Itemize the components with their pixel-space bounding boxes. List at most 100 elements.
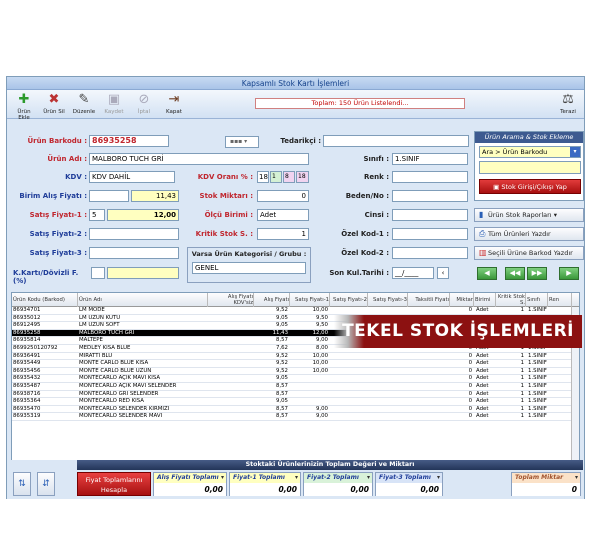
- table-cell: [330, 307, 366, 314]
- color-field[interactable]: [392, 171, 468, 183]
- kdv-rate-label: KDV Oranı % :: [197, 173, 253, 181]
- type-field[interactable]: [392, 209, 468, 221]
- purchase-price-field[interactable]: 11,43: [131, 190, 179, 202]
- table-cell: [290, 383, 328, 390]
- header-installment[interactable]: Taksitli Fiyatı: [408, 293, 450, 307]
- table-row[interactable]: 86938716 MONTECARLO GRİ SELENDER 8,57 0 Adet…: [12, 391, 579, 399]
- save-button[interactable]: ▣ Kaydet: [101, 92, 127, 115]
- table-cell: 86935487: [13, 382, 41, 389]
- header-purchase-excl[interactable]: Alış Fiyatı KDV'siz: [208, 293, 254, 307]
- kdv-rate-8[interactable]: 8: [283, 171, 295, 183]
- print-barcode-button[interactable]: ▥Seçili Ürüne Barkod Yazdır: [474, 246, 584, 260]
- sale-price1-pct[interactable]: 5: [89, 209, 105, 221]
- barcode-field[interactable]: 86935258: [89, 135, 169, 147]
- card-pct-field[interactable]: [107, 267, 179, 279]
- header-name[interactable]: Ürün Adı: [78, 293, 208, 307]
- header-sale2[interactable]: Satış Fiyatı-2: [330, 293, 368, 307]
- table-cell: [408, 307, 448, 314]
- table-row[interactable]: 86936491 MİRATTİ BLU 9,52 10,00 0 Adet 1 1.SINI…: [12, 353, 579, 361]
- category-field[interactable]: GENEL: [192, 262, 306, 274]
- header-critical[interactable]: Kritik Stok S.: [496, 293, 526, 307]
- totals-title: Stoktaki Ürünlerinizin Toplam Değeri ve …: [77, 460, 583, 470]
- table-cell: 10,00: [312, 352, 328, 359]
- table-row[interactable]: 86935470 MONTECARLO SELENDER KIRMIZI 8,57 9…: [12, 406, 579, 414]
- kdv-label: KDV :: [65, 173, 87, 181]
- expiry-field[interactable]: __/____: [392, 267, 434, 279]
- sale-price2-field[interactable]: [89, 228, 179, 240]
- close-button[interactable]: ⇥ Kapat: [161, 92, 187, 115]
- next-record-button[interactable]: ▶▶: [527, 267, 547, 280]
- class-field[interactable]: 1.SINIF: [392, 153, 468, 165]
- table-cell: MONTECARLO SELENDER KIRMIZI: [79, 405, 170, 412]
- table-cell: 1: [520, 360, 524, 367]
- stock-in-out-button[interactable]: ▣ Stok Girişi/Çıkışı Yap: [479, 179, 581, 194]
- purchase-price-aux[interactable]: [89, 190, 129, 202]
- table-cell: [368, 391, 406, 398]
- special-code1-field[interactable]: [392, 228, 468, 240]
- print-all-button[interactable]: ⎙ Tüm Ürünleri Yazdır: [474, 227, 584, 241]
- header-sale1[interactable]: Satış Fiyatı-1: [290, 293, 330, 307]
- header-qty[interactable]: Miktar: [450, 293, 474, 307]
- kdv-rate-main[interactable]: 18: [257, 171, 269, 183]
- table-cell: 86935470: [13, 405, 41, 412]
- special-code2-field[interactable]: [392, 247, 468, 259]
- table-row[interactable]: 86935449 MONTE CARLO BLUE KISA 9,52 10,00 0 A…: [12, 360, 579, 368]
- product-name-label: Ürün Adı :: [47, 155, 87, 163]
- table-row[interactable]: 86935487 MONTECARLO AÇIK MAVİ SELENDER 8,5…: [12, 383, 579, 391]
- table-cell: 9,50: [315, 322, 328, 329]
- table-row[interactable]: 86935319 MONTECARLO SELENDER MAVİ 8,57 9,00…: [12, 413, 579, 421]
- sort-asc-button[interactable]: ⇅: [13, 472, 31, 496]
- sort-desc-button[interactable]: ⇵: [37, 472, 55, 496]
- header-purchase[interactable]: Alış Fiyatı: [254, 293, 290, 307]
- kdv-rate-18[interactable]: 18: [296, 171, 309, 183]
- prev-record-button[interactable]: ◀◀: [505, 267, 525, 280]
- table-cell: Adet: [476, 352, 489, 359]
- last-record-button[interactable]: ▶: [559, 267, 579, 280]
- header-unit[interactable]: Birimi: [474, 293, 496, 307]
- table-cell: 9,05: [275, 375, 288, 382]
- table-row[interactable]: 86935364 MONTECARLO RED KISA 9,05 0 Adet 1 1.S…: [12, 398, 579, 406]
- unit-field[interactable]: Adet: [257, 209, 309, 221]
- scale-button[interactable]: ⚖ Terazi: [555, 92, 581, 115]
- stock-reports-button[interactable]: ▮ Ürün Stok Raporları ▾: [474, 208, 584, 222]
- special-code1-label: Özel Kod-1 :: [341, 230, 389, 238]
- supplier-field[interactable]: [323, 135, 469, 147]
- product-name-field[interactable]: MALBORO TUCH GRİ: [89, 153, 309, 165]
- sale-price1-field[interactable]: 12,00: [107, 209, 179, 221]
- header-color[interactable]: Ren: [548, 293, 572, 307]
- delete-product-button[interactable]: ✖ Ürün Sil: [41, 92, 67, 115]
- barcode-type-select[interactable]: ▪▪▪ ▾: [225, 136, 259, 148]
- table-cell: [330, 391, 366, 398]
- chevron-down-icon: ▾: [294, 474, 298, 481]
- first-record-button[interactable]: ◀: [477, 267, 497, 280]
- calculate-totals-button[interactable]: Fiyat Toplamlarını Hesapla: [77, 472, 151, 496]
- table-row[interactable]: 86934701 LM MODE 9,52 10,00 0 Adet 1 1.SINIF: [12, 307, 579, 315]
- table-cell: 86934701: [13, 307, 41, 313]
- edit-button[interactable]: ✎ Düzenle: [71, 92, 97, 115]
- table-row[interactable]: 86935432 MONTECARLO AÇIK MAVİ KISA 9,05 0 Ad…: [12, 375, 579, 383]
- stock-card-window: Kapsamlı Stok Kartı İşlemleri ✚ Ürün Ekle…: [6, 76, 585, 499]
- search-input[interactable]: [479, 161, 581, 174]
- card-pct-aux[interactable]: [91, 267, 105, 279]
- table-cell: [208, 398, 252, 405]
- table-cell: 0: [468, 352, 472, 359]
- calendar-button[interactable]: ‹: [437, 267, 449, 279]
- total-price1-value: 0,00: [230, 483, 300, 496]
- table-row[interactable]: 86935456 MONTE CARLO BLUE UZUN 9,52 10,00 0 A…: [12, 368, 579, 376]
- header-sale3[interactable]: Satış Fiyatı-3: [368, 293, 408, 307]
- kdv-rate-1[interactable]: 1: [270, 171, 282, 183]
- header-barcode[interactable]: Ürün Kodu (Barkod): [12, 293, 78, 307]
- table-cell: [408, 406, 448, 413]
- stock-qty-field[interactable]: 0: [257, 190, 309, 202]
- table-cell: [408, 353, 448, 360]
- critical-stock-field[interactable]: 1: [257, 228, 309, 240]
- header-class[interactable]: Sınıfı: [526, 293, 548, 307]
- table-cell: 9,00: [315, 337, 328, 344]
- add-product-button[interactable]: ✚ Ürün Ekle: [11, 92, 37, 121]
- search-mode-select[interactable]: Ara > Ürün Barkodu ▾: [479, 146, 581, 158]
- sale-price3-field[interactable]: [89, 247, 179, 259]
- chevron-down-icon: ▾: [366, 474, 370, 481]
- size-field[interactable]: [392, 190, 468, 202]
- cancel-button[interactable]: ⊘ İptal: [131, 92, 157, 115]
- kdv-field[interactable]: KDV DAHİL: [89, 171, 175, 183]
